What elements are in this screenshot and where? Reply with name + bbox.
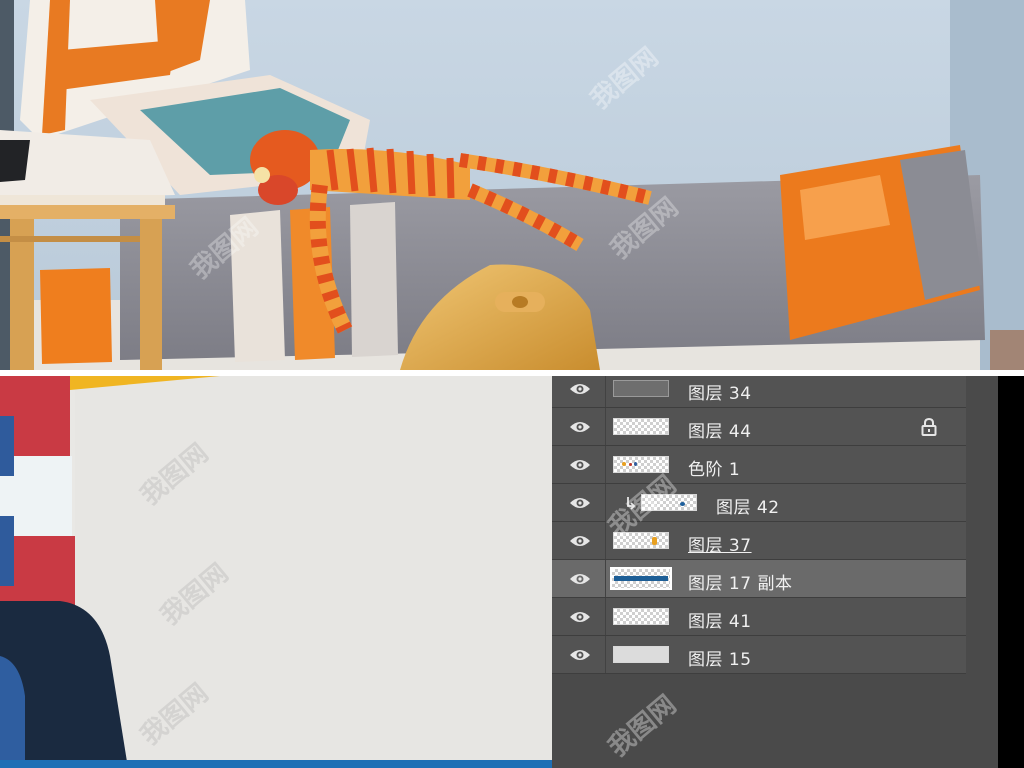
layer-row[interactable]: 图层 15 <box>552 636 966 674</box>
layer-thumbnail <box>613 380 669 397</box>
visibility-toggle[interactable] <box>552 598 606 635</box>
layer-row[interactable]: 图层 41 <box>552 598 966 636</box>
layers-panel: 图层 34 图层 44 色阶 1 图层 42 图层 37 图层 17 副本 图层… <box>552 376 998 768</box>
eye-icon[interactable] <box>569 571 591 587</box>
layer-row[interactable]: 色阶 1 <box>552 446 966 484</box>
layer-thumbnail <box>610 567 672 590</box>
layer-thumbnail <box>613 532 669 549</box>
layer-name[interactable]: 图层 41 <box>688 607 752 632</box>
bedroom-scene-illustration: 我图网 我图网 我图网 <box>0 0 1024 370</box>
layer-name[interactable]: 图层 37 <box>688 531 752 556</box>
window-edge <box>998 376 1024 768</box>
layer-row-selected[interactable]: 图层 17 副本 <box>552 560 966 598</box>
layer-name[interactable]: 图层 17 副本 <box>688 569 792 594</box>
bedroom-photo: 我图网 我图网 我图网 <box>0 0 1024 370</box>
visibility-toggle[interactable] <box>552 636 606 673</box>
layers-empty-area <box>552 674 966 768</box>
layer-row[interactable]: 图层 44 <box>552 408 966 446</box>
layer-name[interactable]: 色阶 1 <box>688 455 740 480</box>
layer-row[interactable]: 图层 42 <box>552 484 966 522</box>
visibility-toggle[interactable] <box>552 446 606 483</box>
lock-icon[interactable] <box>921 418 937 436</box>
eye-icon[interactable] <box>569 381 591 397</box>
canvas-artwork: 我图网 我图网 我图网 <box>0 376 552 768</box>
visibility-toggle[interactable] <box>552 408 606 445</box>
layer-name[interactable]: 图层 44 <box>688 417 752 442</box>
layer-thumbnail <box>613 456 669 473</box>
poster-design-illustration: 我图网 我图网 我图网 <box>0 376 552 768</box>
visibility-toggle[interactable] <box>552 522 606 559</box>
layer-thumbnail <box>613 646 669 663</box>
eye-icon[interactable] <box>569 419 591 435</box>
eye-icon[interactable] <box>569 647 591 663</box>
eye-icon[interactable] <box>569 457 591 473</box>
clipping-arrow-icon <box>627 497 636 510</box>
eye-icon[interactable] <box>569 533 591 549</box>
visibility-toggle[interactable] <box>552 376 606 407</box>
eye-icon[interactable] <box>569 495 591 511</box>
visibility-toggle[interactable] <box>552 484 606 521</box>
layer-name[interactable]: 图层 34 <box>688 379 752 404</box>
layer-row[interactable]: 图层 34 <box>552 376 966 408</box>
layer-thumbnail <box>641 494 697 511</box>
layer-name[interactable]: 图层 15 <box>688 645 752 670</box>
layer-name[interactable]: 图层 42 <box>716 493 780 518</box>
eye-icon[interactable] <box>569 609 591 625</box>
layer-thumbnail <box>613 418 669 435</box>
layer-row[interactable]: 图层 37 <box>552 522 966 560</box>
layer-thumbnail <box>613 608 669 625</box>
visibility-toggle[interactable] <box>552 560 606 597</box>
